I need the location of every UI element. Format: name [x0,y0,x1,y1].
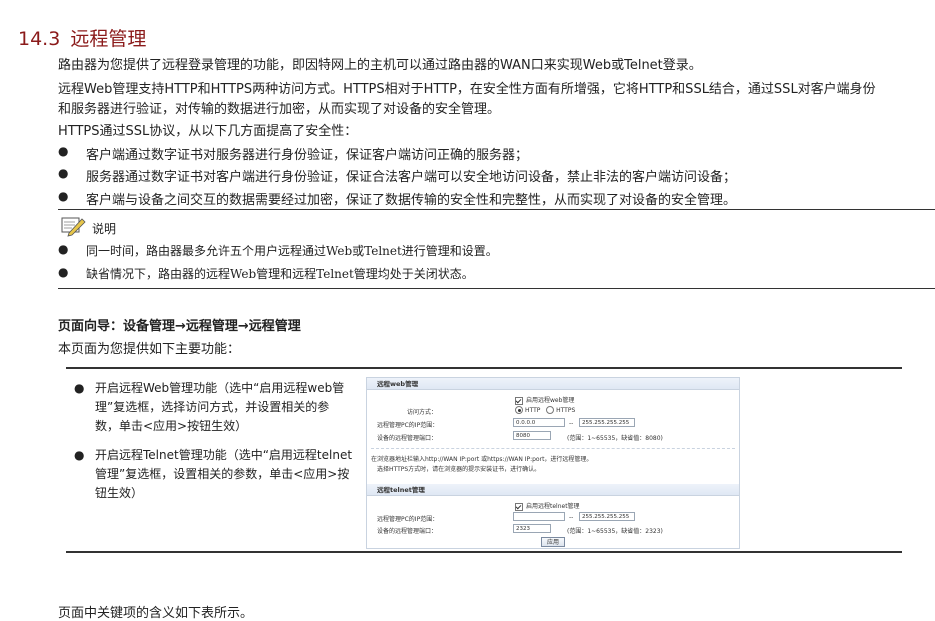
web-port-input[interactable]: 8080 [513,431,551,440]
web-port-hint: (范围：1~65535，缺省值：8080) [567,435,663,442]
web-enable-checkbox[interactable] [515,396,523,405]
http-radio[interactable]: HTTP [515,406,540,414]
telnet-port-input[interactable]: 2323 [513,524,551,533]
section-number: 14.3 [18,28,61,50]
telnet-enable-checkbox[interactable] [515,502,523,511]
divider [371,448,735,449]
note-label: 说明 [92,222,117,236]
apply-button[interactable]: 应用 [541,537,565,547]
web-ip-end-input[interactable]: 255.255.255.255 [579,418,635,427]
telnet-section-title: 远程telnet管理 [367,484,739,496]
table-intro-text: 页面中关键项的含义如下表所示。 [58,606,254,621]
intro-paragraph-2: 远程Web管理支持HTTP和HTTPS两种访问方式。HTTPS相对于HTTP，在… [58,82,876,97]
section-heading: 14.3 远程管理 [18,24,146,51]
web-enable-row[interactable]: 启用远程web管理 [515,395,574,405]
access-method-options: HTTP HTTPS [515,406,575,414]
telnet-port-label: 设备的远程管理端口： [377,528,438,535]
remote-management-screenshot: 远程web管理 启用远程web管理 访问方式： HTTP HTTPS 远程管理P… [366,377,740,549]
table-top-rule [66,367,902,369]
telnet-port-hint: (范围：1~65535，缺省值：2323) [567,528,663,535]
ip-separator: -- [569,420,574,427]
telnet-ip-start-input[interactable] [513,512,565,521]
page-nav-path: 页面向导：设备管理→远程管理→远程管理 [58,319,301,334]
ip-separator: -- [569,514,574,521]
pencil-note-icon [61,217,86,237]
page-nav-desc: 本页面为您提供如下主要功能： [58,342,241,357]
web-port-label: 设备的远程管理端口： [377,435,438,442]
telnet-ip-range-label: 远程管理PC的IP范围： [377,516,439,523]
note-top-divider [58,209,935,210]
note-bottom-divider [58,288,935,289]
intro-paragraph-1: 路由器为您提供了远程登录管理的功能，即因特网上的主机可以通过路由器的WAN口来实… [58,58,702,73]
web-ip-start-input[interactable]: 0.0.0.0 [513,418,565,427]
tip-line-2: 选择HTTPS方式时，请在浏览器的提示安装证书，进行确认。 [377,466,541,473]
https-radio[interactable]: HTTPS [546,406,575,414]
intro-paragraph-3: HTTPS通过SSL协议，从以下几方面提高了安全性： [58,124,358,139]
tip-line-1: 在浏览器地址栏输入http://WAN IP:port 或https://WAN… [371,456,593,463]
table-bottom-rule [66,551,902,553]
intro-paragraph-2-cont: 和服务器进行验证，对传输的数据进行加密，从而实现了对设备的安全管理。 [58,102,501,117]
pc-ip-range-label: 远程管理PC的IP范围： [377,422,439,429]
telnet-ip-end-input[interactable]: 255.255.255.255 [579,512,635,521]
telnet-enable-row[interactable]: 启用远程telnet管理 [515,501,580,511]
access-method-label: 访问方式： [407,409,438,416]
web-section-title: 远程web管理 [367,378,739,390]
section-title: 远程管理 [70,28,147,50]
